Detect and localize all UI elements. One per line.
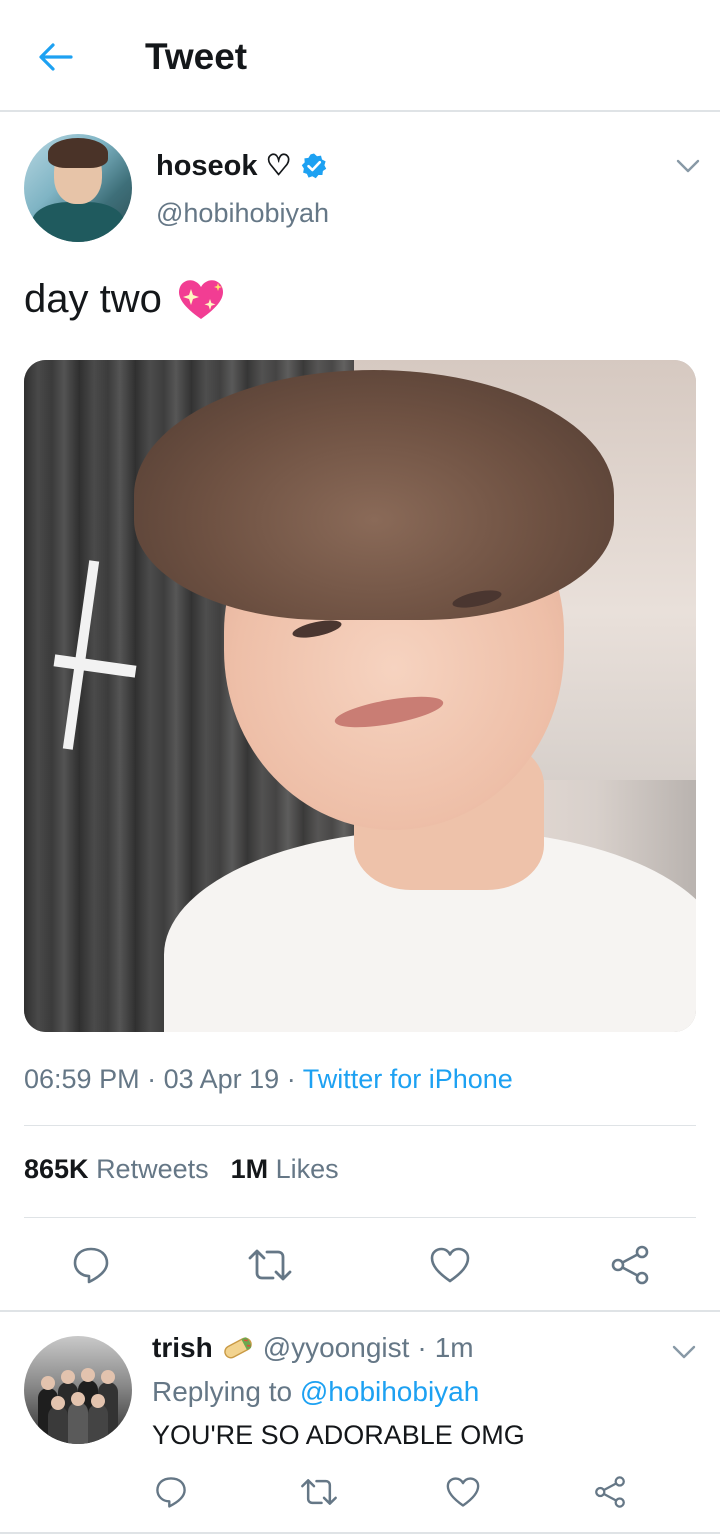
like-icon (446, 1477, 480, 1507)
back-button[interactable] (30, 34, 80, 80)
section-divider (0, 1310, 720, 1312)
author-handle[interactable]: @hobihobiyah (156, 198, 329, 229)
reply-button[interactable] (66, 1240, 116, 1290)
reply-time: 1m (434, 1332, 474, 1363)
replying-to-mention[interactable]: @hobihobiyah (300, 1376, 479, 1407)
tweet-timestamp-line: 06:59 PM · 03 Apr 19 · Twitter for iPhon… (24, 1064, 513, 1095)
reply-author-handle[interactable]: @yyoongist (263, 1332, 410, 1364)
reply-header: trish @yyoongist · 1m (152, 1332, 474, 1364)
likes-stat[interactable]: 1M Likes (231, 1154, 339, 1184)
reply-retweet-button[interactable] (296, 1470, 342, 1514)
reply-text: YOU'RE SO ADORABLE OMG (152, 1420, 525, 1450)
retweets-label: Retweets (96, 1154, 209, 1184)
reply-share-button[interactable] (588, 1470, 632, 1514)
tweet-menu-button[interactable] (674, 156, 702, 176)
tweet-text: day two (24, 276, 162, 321)
author-display-name: hoseok ♡ (156, 150, 292, 182)
sparkling-heart-icon (178, 280, 223, 319)
tweet-stats: 865K Retweets 1M Likes (24, 1154, 339, 1185)
share-button[interactable] (604, 1240, 656, 1290)
burrito-icon (223, 1337, 252, 1359)
share-icon (611, 1245, 649, 1285)
retweet-icon (248, 1249, 292, 1281)
meta-separator: · (417, 1332, 427, 1363)
reply-menu-button[interactable] (670, 1342, 698, 1362)
arrow-left-icon (39, 43, 73, 71)
tweet-source-link[interactable]: Twitter for iPhone (303, 1064, 513, 1094)
meta-separator: · (147, 1064, 157, 1094)
divider (24, 1125, 696, 1126)
reply-like-button[interactable] (442, 1470, 484, 1514)
top-app-bar: Tweet (0, 0, 720, 112)
retweet-icon (301, 1479, 337, 1505)
tweet-date: 03 Apr 19 (163, 1064, 280, 1094)
like-button[interactable] (425, 1240, 475, 1290)
replying-to-line: Replying to @hobihobiyah (152, 1376, 479, 1408)
tweet-photo[interactable] (24, 360, 696, 1032)
author-avatar[interactable] (24, 134, 132, 242)
retweets-stat[interactable]: 865K Retweets (24, 1154, 209, 1184)
page-title: Tweet (145, 36, 248, 77)
divider (24, 1217, 696, 1218)
meta-separator: · (286, 1064, 296, 1094)
replying-to-label: Replying to (152, 1376, 293, 1407)
reply-icon (73, 1247, 109, 1284)
chevron-down-icon (676, 159, 700, 173)
reply-icon (156, 1477, 186, 1508)
likes-count: 1M (230, 1154, 269, 1184)
section-divider (0, 1532, 720, 1534)
retweet-button[interactable] (244, 1240, 296, 1290)
retweets-count: 865K (24, 1154, 89, 1184)
reply-author-avatar[interactable] (24, 1336, 132, 1444)
reply-author-name[interactable]: trish (152, 1332, 213, 1364)
share-icon (595, 1476, 625, 1508)
reply-reply-button[interactable] (150, 1470, 192, 1514)
verified-badge-icon (301, 153, 326, 178)
chevron-down-icon (672, 1345, 696, 1359)
tweet-body: day two (24, 275, 228, 323)
tweet-time: 06:59 PM (24, 1064, 140, 1094)
author-name[interactable]: hoseok ♡ (156, 148, 328, 183)
likes-label: Likes (275, 1154, 339, 1184)
like-icon (430, 1247, 470, 1283)
